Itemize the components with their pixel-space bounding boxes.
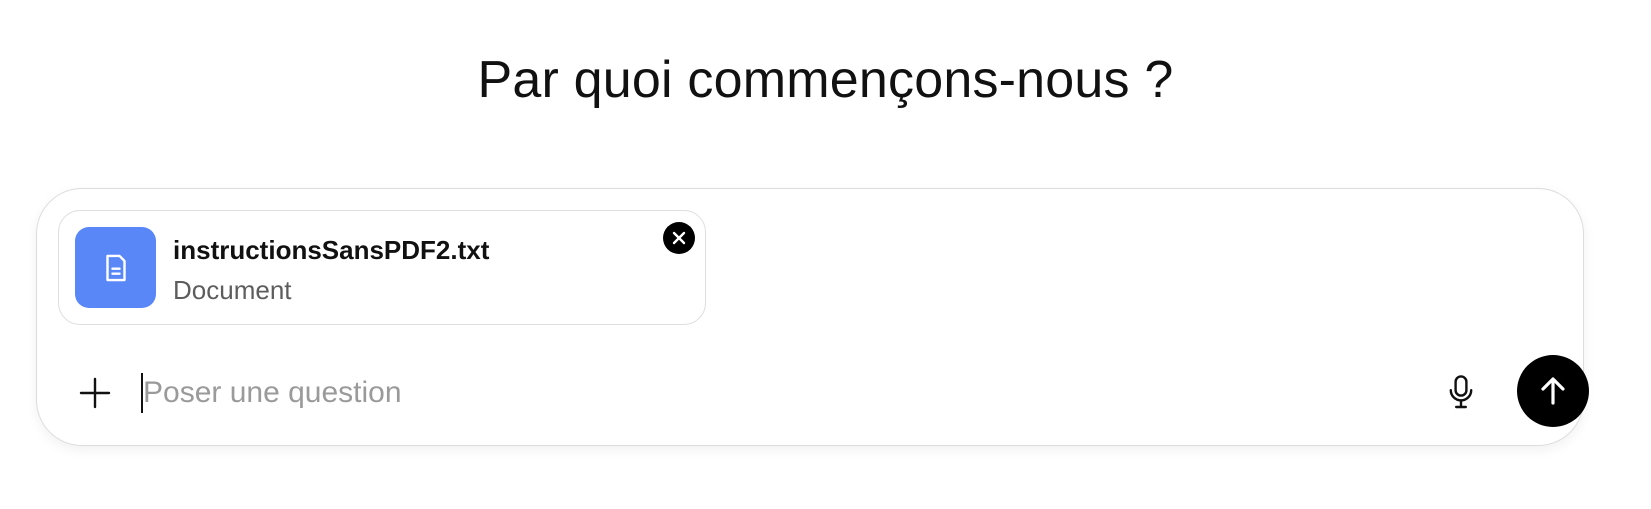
microphone-icon xyxy=(1449,375,1473,409)
add-button[interactable] xyxy=(73,371,117,415)
page: Par quoi commençons-nous ? instructionsS… xyxy=(0,0,1651,509)
chat-composer: instructionsSansPDF2.txt Document xyxy=(36,188,1589,446)
attachment-card[interactable]: instructionsSansPDF2.txt Document xyxy=(58,210,706,325)
close-icon xyxy=(672,231,686,245)
voice-input-button[interactable] xyxy=(1439,370,1483,414)
send-button[interactable] xyxy=(1517,355,1589,427)
question-input-wrapper xyxy=(141,369,1441,417)
page-title: Par quoi commençons-nous ? xyxy=(477,51,1174,109)
attachment-file-name: instructionsSansPDF2.txt xyxy=(173,235,490,265)
file-tile xyxy=(75,227,156,308)
remove-attachment-button[interactable] xyxy=(663,222,695,254)
arrow-up-icon xyxy=(1541,377,1565,405)
plus-icon xyxy=(79,377,111,409)
attachment-file-type: Document xyxy=(173,275,292,305)
question-input[interactable] xyxy=(143,369,1423,417)
document-icon xyxy=(105,254,126,281)
